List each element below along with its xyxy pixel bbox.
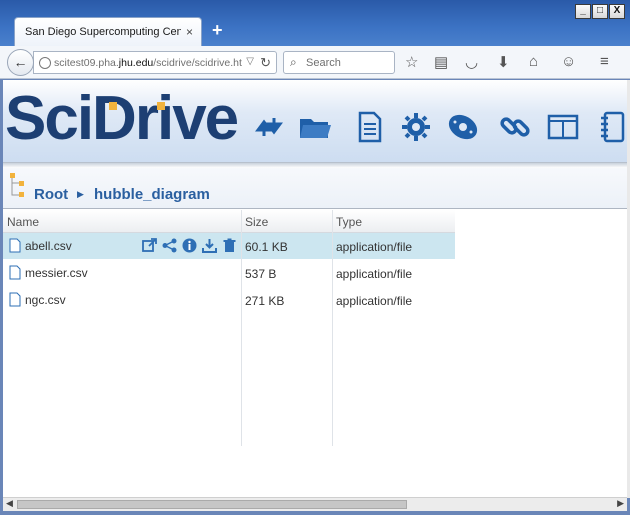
table-row[interactable]: ngc.csv 271 KB application/file (3, 287, 455, 313)
bookmark-star-icon[interactable]: ☆ (405, 53, 418, 71)
open-external-icon[interactable] (142, 238, 157, 253)
page-content: SciDrive Root ▶ hubble_diagram Name Size… (3, 80, 627, 498)
window-titlebar: San Diego Supercomputing Center... × + _… (0, 0, 630, 46)
folder-icon[interactable] (298, 110, 332, 144)
chat-icon[interactable]: ☺ (561, 53, 576, 70)
window-controls: _ □ X (574, 4, 625, 19)
download-arrow-icon[interactable]: ⬇ (497, 53, 510, 71)
download-icon[interactable] (202, 238, 217, 253)
file-type: application/file (336, 294, 413, 308)
link-icon[interactable] (498, 110, 532, 144)
globe-icon (39, 57, 51, 69)
dropdown-arrow-icon[interactable]: ▽ (246, 56, 254, 67)
browser-toolbar: scitest09.pha.jhu.edu/scidrive/scidrive.… (0, 46, 630, 79)
gear-icon[interactable] (399, 110, 433, 144)
file-icon (9, 265, 21, 280)
scroll-thumb[interactable] (17, 500, 407, 509)
app-header: SciDrive (3, 80, 627, 162)
logo-dot (157, 102, 165, 110)
search-input[interactable]: ⌕ Search (283, 51, 395, 74)
table-header: Name Size Type (3, 210, 455, 233)
table-row[interactable]: abell.csv 60.1 KB application/file (3, 233, 455, 259)
back-button[interactable]: ← (7, 49, 34, 76)
file-icon (9, 292, 21, 307)
notebook-icon[interactable] (595, 110, 627, 144)
horizontal-scrollbar[interactable]: ◀ ▶ (3, 497, 627, 511)
hard-drive-icon[interactable] (446, 110, 480, 144)
sync-icon[interactable] (252, 110, 286, 144)
column-header-type[interactable]: Type (336, 215, 362, 229)
panel-icon[interactable] (546, 110, 580, 144)
address-text: scitest09.pha.jhu.edu/scidrive/scidrive.… (54, 57, 242, 69)
file-name[interactable]: abell.csv (25, 239, 72, 253)
minimize-button[interactable]: _ (575, 4, 591, 19)
column-header-size[interactable]: Size (245, 215, 268, 229)
breadcrumb-current[interactable]: hubble_diagram (94, 186, 210, 203)
breadcrumb-separator-icon: ▶ (77, 189, 84, 199)
file-size: 537 B (245, 267, 277, 281)
menu-icon[interactable]: ≡ (600, 53, 609, 70)
table-row[interactable]: messier.csv 537 B application/file (3, 260, 455, 286)
home-icon[interactable]: ⌂ (529, 53, 538, 70)
scroll-right-icon[interactable]: ▶ (617, 498, 624, 509)
search-icon: ⌕ (290, 55, 297, 69)
delete-icon[interactable] (222, 238, 237, 253)
file-size: 271 KB (245, 294, 285, 308)
tab-title: San Diego Supercomputing Center... (25, 26, 181, 38)
pocket-icon[interactable]: ◡ (465, 53, 478, 71)
reading-list-icon[interactable]: ▤ (434, 53, 448, 71)
column-header-name[interactable]: Name (7, 215, 39, 229)
file-icon (9, 238, 21, 253)
browser-tab[interactable]: San Diego Supercomputing Center... × (14, 17, 202, 46)
new-tab-button[interactable]: + (212, 20, 223, 41)
logo-dot (109, 102, 117, 110)
search-placeholder: Search (306, 57, 341, 69)
maximize-button[interactable]: □ (592, 4, 608, 19)
column-divider[interactable] (332, 210, 333, 446)
scroll-left-icon[interactable]: ◀ (6, 498, 13, 509)
scidrive-logo[interactable]: SciDrive (5, 84, 239, 154)
file-name[interactable]: ngc.csv (25, 293, 66, 307)
info-icon[interactable] (182, 238, 197, 253)
reload-icon[interactable]: ↻ (260, 55, 271, 71)
row-actions (142, 238, 242, 253)
address-bar[interactable]: scitest09.pha.jhu.edu/scidrive/scidrive.… (33, 51, 277, 74)
share-icon[interactable] (162, 238, 177, 253)
back-arrow-icon: ← (13, 54, 28, 70)
breadcrumb-root[interactable]: Root (34, 186, 68, 203)
close-window-button[interactable]: X (609, 4, 625, 19)
file-type: application/file (336, 240, 413, 254)
tab-close-button[interactable]: × (186, 25, 193, 39)
tree-icon (9, 173, 27, 199)
column-divider[interactable] (241, 210, 242, 446)
document-icon[interactable] (353, 110, 387, 144)
file-type: application/file (336, 267, 413, 281)
file-size: 60.1 KB (245, 240, 288, 254)
file-name[interactable]: messier.csv (25, 266, 88, 280)
breadcrumb: Root ▶ hubble_diagram (3, 168, 627, 209)
